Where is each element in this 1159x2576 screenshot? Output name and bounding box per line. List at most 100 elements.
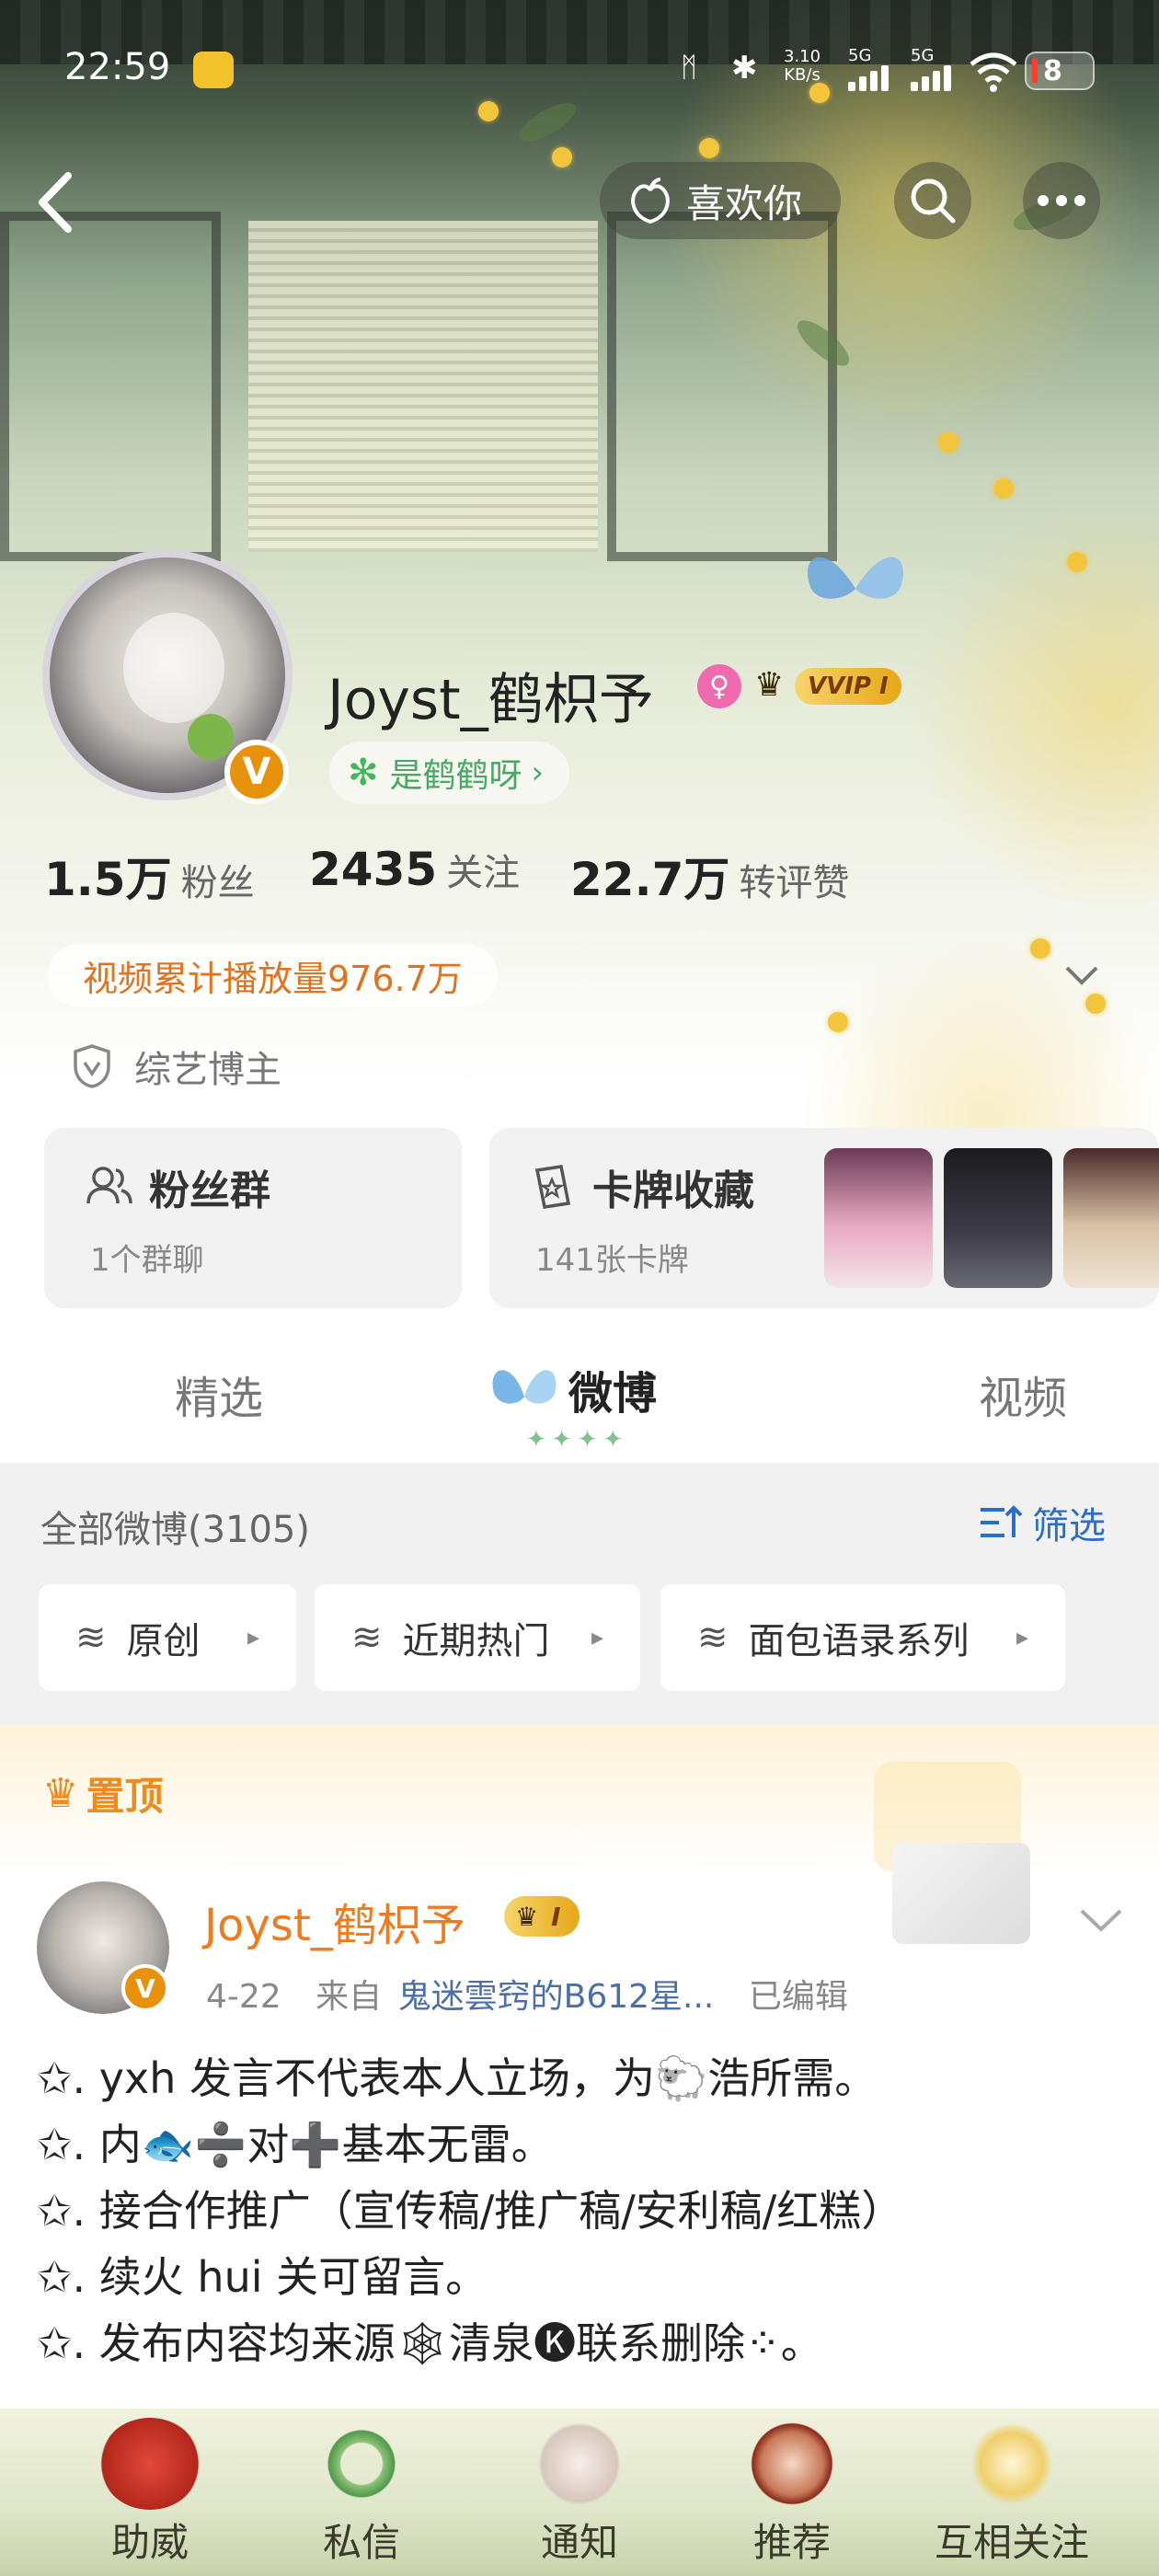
wifi-icon bbox=[970, 52, 1017, 92]
post-author-name[interactable]: Joyst_鹤枳予 bbox=[204, 1889, 465, 1953]
decorative-sticker bbox=[892, 1843, 1030, 1944]
stat-followers[interactable]: 1.5万 粉丝 bbox=[44, 843, 255, 909]
shield-icon bbox=[74, 1044, 110, 1088]
bottom-action-bar: 助威 私信 通知 推荐 互相关注 bbox=[0, 2409, 1159, 2576]
leaf bbox=[513, 96, 581, 149]
member-level: I bbox=[551, 1901, 561, 1932]
pinned-post: ♛ 置顶 V Joyst_鹤枳予 ♛ I 4-22 来自 鬼迷雲窍的B612星.… bbox=[0, 1725, 1159, 2406]
bottom-mutual-follow[interactable]: 互相关注 bbox=[911, 2418, 1113, 2568]
post-line: ✩. 续火 hui 关可留言。 bbox=[37, 2252, 488, 2302]
bottom-recommend-label: 推荐 bbox=[752, 2520, 831, 2565]
window-frame-left bbox=[0, 212, 221, 561]
category-row: 综艺博主 bbox=[70, 1040, 281, 1093]
video-plays-badge[interactable]: 视频累计播放量976.7万 bbox=[48, 944, 498, 1006]
layers-icon: ≋ bbox=[75, 1616, 107, 1659]
bottom-notifications[interactable]: 通知 bbox=[506, 2418, 653, 2568]
crown-icon: ♛ bbox=[754, 666, 785, 704]
chip-recent-hot[interactable]: ≋ 近期热门 ▸ bbox=[315, 1584, 640, 1691]
tab-weibo[interactable]: 微博 bbox=[486, 1354, 657, 1424]
clover-icon: ✻ bbox=[348, 752, 379, 794]
card-thumbnail[interactable] bbox=[1063, 1148, 1159, 1288]
chip-label: 面包语录系列 bbox=[748, 1620, 970, 1662]
more-button[interactable] bbox=[1023, 162, 1100, 239]
category-label: 综艺博主 bbox=[134, 1049, 281, 1091]
tab-video[interactable]: 视频 bbox=[979, 1362, 1067, 1426]
stat-interactions[interactable]: 22.7万 转评赞 bbox=[570, 843, 849, 909]
pinned-label-row: ♛ 置顶 bbox=[42, 1765, 163, 1822]
card-collection[interactable]: 卡牌收藏 141张卡牌 bbox=[489, 1128, 1159, 1308]
jade-bracelet-icon bbox=[311, 2418, 412, 2510]
chip-label: 原创 bbox=[126, 1620, 201, 1662]
signal-2: 5G bbox=[911, 46, 955, 91]
search-button[interactable] bbox=[894, 162, 971, 239]
bottom-recommend[interactable]: 推荐 bbox=[723, 2418, 861, 2568]
signal-1-label: 5G bbox=[848, 46, 872, 65]
flower bbox=[809, 83, 830, 103]
flower bbox=[478, 101, 499, 121]
group-tag[interactable]: ✻ 是鹤鹤呀 › bbox=[329, 742, 570, 804]
caret-right-icon: ▸ bbox=[591, 1624, 603, 1651]
status-time: 22:59 bbox=[64, 46, 171, 88]
post-menu-chevron-icon[interactable] bbox=[1078, 1905, 1124, 1933]
post-body[interactable]: ✩. yxh 发言不代表本人立场，为🐑浩所需。 ✩. 内🐟➗对➕基本无雷。 ✩.… bbox=[37, 2045, 903, 2376]
signal-1: 5G bbox=[848, 46, 892, 91]
bottom-notifications-label: 通知 bbox=[540, 2520, 618, 2565]
flower bbox=[699, 138, 719, 158]
peach-icon bbox=[631, 178, 670, 224]
member-badge[interactable]: ♛ I bbox=[504, 1896, 580, 1937]
like-you-button[interactable]: 喜欢你 bbox=[600, 162, 841, 239]
crab-icon bbox=[99, 2418, 201, 2510]
tab-active-indicator: ✦✦✦✦ bbox=[526, 1426, 629, 1454]
net-speed-value: 3.10 bbox=[784, 47, 821, 66]
post-edited: 已编辑 bbox=[748, 1978, 848, 2016]
flower bbox=[828, 1012, 848, 1032]
stat-following-label: 关注 bbox=[446, 852, 521, 894]
group-people-icon bbox=[86, 1167, 132, 1204]
chip-bread-quotes[interactable]: ≋ 面包语录系列 ▸ bbox=[660, 1584, 1065, 1691]
post-source[interactable]: 鬼迷雲窍的B612星... bbox=[398, 1978, 715, 2016]
bottom-cheer-label: 助威 bbox=[110, 2520, 189, 2565]
butterfly-icon bbox=[492, 1370, 557, 1404]
stat-followers-value: 1.5万 bbox=[44, 853, 172, 906]
caret-right-icon: ▸ bbox=[1016, 1624, 1028, 1651]
weibo-app-icon bbox=[193, 52, 234, 88]
stat-following[interactable]: 2435 关注 bbox=[309, 843, 520, 896]
bottom-messages[interactable]: 私信 bbox=[293, 2418, 430, 2568]
all-posts-count: 全部微博(3105) bbox=[40, 1509, 311, 1551]
post-line: ✩. yxh 发言不代表本人立场，为🐑浩所需。 bbox=[37, 2053, 878, 2103]
filter-sort-icon bbox=[981, 1505, 1023, 1537]
nfc-icon: ᛗ bbox=[681, 52, 697, 84]
flower bbox=[552, 147, 572, 167]
group-tag-label: 是鹤鹤呀 bbox=[389, 757, 522, 795]
chip-label: 近期热门 bbox=[402, 1620, 550, 1662]
bluetooth-icon: ✱ bbox=[731, 50, 758, 86]
search-icon bbox=[911, 178, 956, 224]
more-dots-icon bbox=[1038, 195, 1085, 206]
back-button[interactable] bbox=[35, 164, 90, 241]
tab-featured[interactable]: 精选 bbox=[175, 1362, 263, 1426]
female-icon: ♀ bbox=[697, 664, 741, 708]
filter-button[interactable]: 筛选 bbox=[977, 1496, 1106, 1549]
fans-group-card[interactable]: 粉丝群 1个群聊 bbox=[44, 1128, 462, 1308]
chevron-right-icon: › bbox=[531, 754, 545, 791]
filter-label: 筛选 bbox=[1032, 1505, 1106, 1547]
chip-original[interactable]: ≋ 原创 ▸ bbox=[39, 1584, 296, 1691]
feed-filter-area: 全部微博(3105) 筛选 ≋ 原创 ▸ ≋ 近期热门 ▸ ≋ 面包语录系列 ▸ bbox=[0, 1463, 1159, 1725]
signal-2-label: 5G bbox=[911, 46, 935, 65]
card-collection-sub: 141张卡牌 bbox=[535, 1242, 689, 1279]
stat-followers-label: 粉丝 bbox=[180, 862, 255, 904]
net-speed: 3.10 KB/s bbox=[784, 48, 820, 85]
net-speed-unit: KB/s bbox=[784, 65, 820, 85]
card-thumbnail[interactable] bbox=[824, 1148, 933, 1288]
bottom-cheer[interactable]: 助威 bbox=[81, 2418, 219, 2568]
post-line: ✩. 发布内容均来源🕸清泉🅚联系删除⁘。 bbox=[37, 2318, 823, 2368]
stat-following-value: 2435 bbox=[309, 843, 438, 896]
expand-chevron-icon[interactable] bbox=[1063, 962, 1100, 988]
verified-badge-icon: V bbox=[224, 740, 289, 804]
like-you-label: 喜欢你 bbox=[686, 180, 803, 226]
vip-badge[interactable]: VVIP I bbox=[795, 668, 901, 705]
profile-username: Joyst_鹤枳予 bbox=[327, 668, 654, 732]
butterfly-decoration bbox=[808, 557, 903, 599]
card-thumbnail[interactable] bbox=[944, 1148, 1052, 1288]
pinned-label: 置顶 bbox=[86, 1774, 164, 1819]
